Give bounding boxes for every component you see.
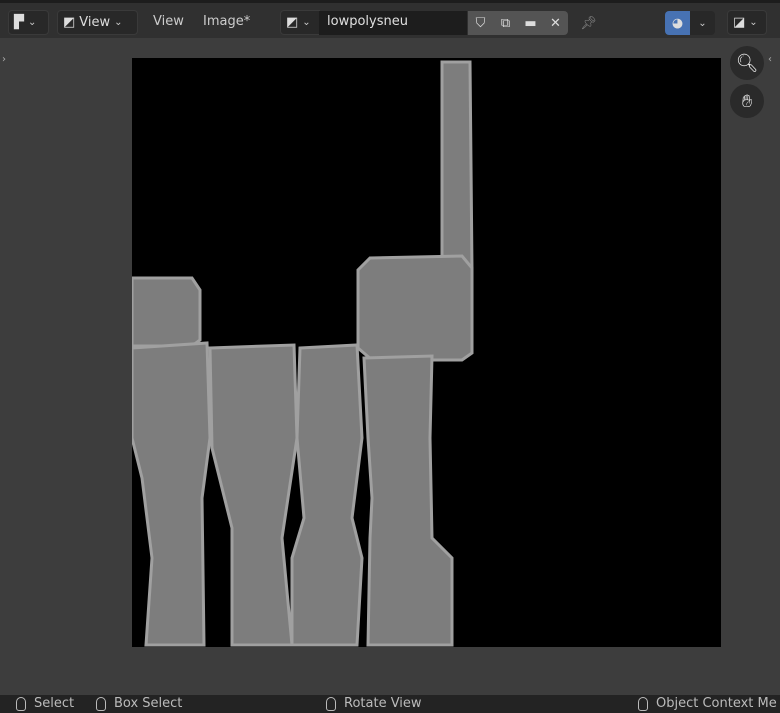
- fake-user-shield-icon[interactable]: ⛉: [468, 11, 493, 35]
- duplicate-icon[interactable]: ⧉: [493, 11, 518, 35]
- menu-image[interactable]: Image*: [203, 14, 250, 29]
- view-mode-dropdown[interactable]: ◩ View ⌄: [57, 10, 138, 35]
- overlay-dropdown[interactable]: ⌄: [690, 11, 715, 35]
- pin-icon[interactable]: 📌︎: [576, 11, 601, 35]
- editor-type-button[interactable]: ▛ ⌄: [8, 10, 49, 35]
- menu-view[interactable]: View: [153, 14, 184, 29]
- hand-pan-icon[interactable]: ✋︎: [730, 84, 764, 118]
- texture-island: [440, 60, 474, 272]
- chevron-down-icon: ⌄: [302, 17, 311, 28]
- chevron-down-icon: ⌄: [749, 17, 758, 28]
- mouse-left-icon: [16, 696, 26, 711]
- status-select: Select: [34, 696, 75, 711]
- display-channels-dropdown[interactable]: ◪ ⌄: [727, 10, 767, 35]
- close-icon[interactable]: ✕: [543, 11, 568, 35]
- mouse-drag-icon: [96, 696, 106, 711]
- display-channels-icon: ◪: [733, 15, 746, 30]
- image-browse-button[interactable]: ◩ ⌄: [280, 10, 320, 35]
- image-editor-icon: ▛: [14, 15, 24, 30]
- header: ▛ ⌄ ◩ View ⌄ View Image* ◩ ⌄ lowpolysneu ⛉ ⧉…: [0, 0, 780, 38]
- overlay-icon[interactable]: ◕: [665, 11, 690, 35]
- status-box-select: Box Select: [114, 696, 183, 711]
- status-bar: Select Box Select Rotate View Object Con…: [0, 695, 780, 713]
- image-icon: ◩: [63, 15, 76, 30]
- texture-image: [130, 60, 474, 647]
- status-rotate-view: Rotate View: [344, 696, 422, 711]
- status-context-menu: Object Context Me: [656, 696, 777, 711]
- mouse-middle-icon: [326, 696, 336, 711]
- chevron-down-icon: ⌄: [114, 17, 123, 28]
- image-icon: ◩: [286, 15, 299, 30]
- image-canvas[interactable]: [130, 58, 721, 647]
- mouse-right-icon: [638, 696, 648, 711]
- sidebar-toggle-left[interactable]: ›: [2, 54, 6, 65]
- open-folder-icon[interactable]: ▬: [518, 11, 543, 35]
- image-name-field[interactable]: lowpolysneu: [319, 11, 467, 35]
- chevron-down-icon: ⌄: [28, 17, 37, 28]
- view-mode-label: View: [79, 15, 111, 30]
- zoom-icon[interactable]: 🔍︎: [730, 46, 764, 80]
- sidebar-toggle-right[interactable]: ‹: [768, 54, 772, 65]
